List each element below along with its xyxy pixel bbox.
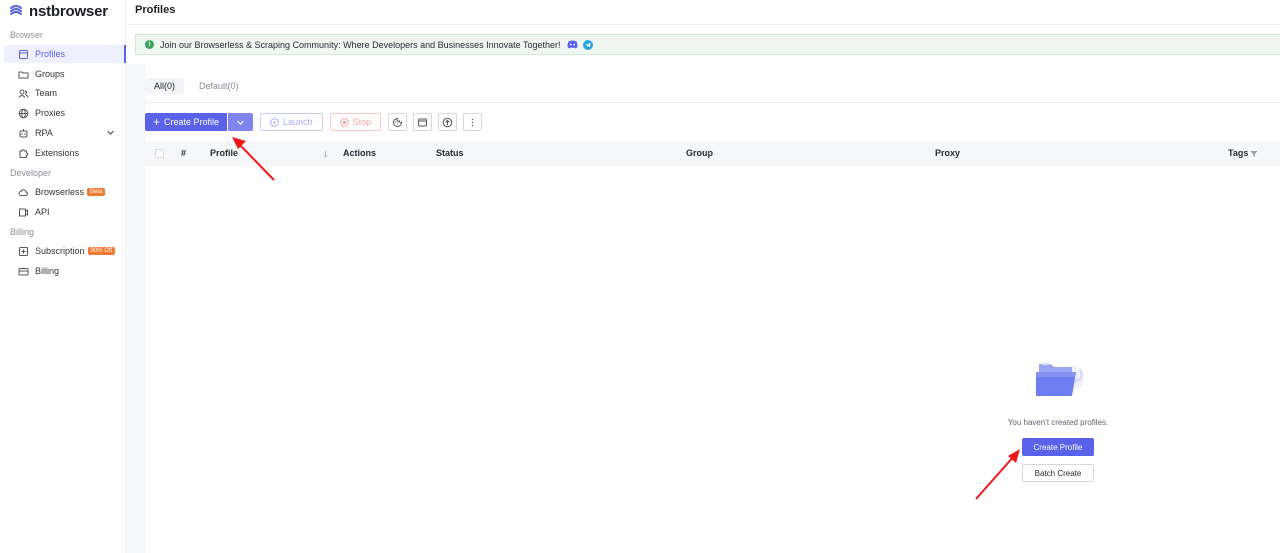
profiles-icon — [18, 49, 29, 60]
sidebar-item-label: RPA — [35, 128, 53, 138]
discord-icon[interactable] — [567, 40, 578, 49]
create-profile-button[interactable]: + Create Profile — [145, 113, 228, 131]
upload-button[interactable] — [438, 113, 458, 131]
plus-icon: + — [153, 115, 161, 129]
tab-all[interactable]: All(0) — [145, 78, 185, 94]
more-vertical-icon — [471, 118, 474, 126]
sort-icon[interactable] — [322, 150, 329, 158]
header-divider — [127, 24, 1280, 25]
stop-button[interactable]: Stop — [329, 113, 382, 131]
telegram-icon[interactable] — [582, 39, 593, 50]
sidebar-item-billing[interactable]: Billing — [4, 262, 125, 280]
page-title: Profiles — [135, 4, 176, 16]
section-label-developer: Developer — [10, 168, 52, 178]
cookie-button[interactable] — [388, 113, 408, 131]
column-header-index: # — [181, 148, 187, 158]
globe-icon — [18, 108, 29, 119]
sidebar-item-label: API — [35, 207, 50, 217]
create-profile-dropdown-button[interactable] — [228, 113, 254, 131]
brand-name: nstbrowser — [29, 2, 108, 20]
sidebar-item-label: Profiles — [35, 49, 66, 59]
sidebar-item-label: Proxies — [35, 108, 66, 118]
banner-text: Join our Browserless & Scraping Communit… — [160, 39, 561, 50]
sidebar-item-browserless[interactable]: Browserless Beta — [4, 183, 125, 201]
sidebar-item-api[interactable]: API — [4, 203, 125, 221]
launch-label: Launch — [283, 117, 313, 127]
section-label-billing: Billing — [10, 227, 35, 237]
info-icon: i — [145, 40, 154, 49]
sidebar-item-label: Browserless — [35, 187, 85, 197]
sidebar-item-label: Billing — [35, 266, 60, 276]
more-button[interactable] — [463, 113, 483, 131]
tab-default[interactable]: Default(0) — [190, 78, 248, 94]
sidebar-item-label: Team — [35, 88, 58, 98]
play-icon — [270, 117, 279, 127]
sidebar-item-proxies[interactable]: Proxies — [4, 104, 125, 122]
window-icon — [418, 118, 428, 126]
sidebar-item-profiles[interactable]: Profiles — [4, 45, 126, 63]
column-header-group: Group — [686, 148, 713, 158]
stop-icon — [339, 117, 349, 127]
sidebar: nstbrowser Browser Profiles Groups Team — [0, 0, 126, 553]
team-icon — [18, 88, 29, 99]
sidebar-item-label: Groups — [35, 69, 65, 79]
sidebar-item-extensions[interactable]: Extensions — [4, 144, 125, 162]
sidebar-item-groups[interactable]: Groups — [4, 65, 125, 83]
card-icon — [18, 266, 29, 277]
community-banner: i Join our Browserless & Scraping Commun… — [135, 34, 1280, 55]
select-all-checkbox[interactable] — [155, 149, 164, 158]
folder-icon — [18, 69, 29, 80]
column-header-actions: Actions — [343, 148, 377, 158]
sidebar-item-label: Extensions — [35, 148, 80, 158]
tabs-divider — [145, 102, 1280, 103]
sidebar-item-rpa[interactable]: RPA — [4, 124, 125, 142]
table-header: # Profile Actions Status Group Proxy Tag… — [145, 141, 1280, 166]
puzzle-icon — [18, 148, 29, 159]
subscription-icon — [18, 246, 29, 257]
create-profile-label: Create Profile — [164, 117, 220, 127]
sidebar-item-label: Subscription — [35, 246, 85, 256]
brand-logo[interactable]: nstbrowser — [8, 2, 108, 20]
empty-state-message: You haven't created profiles. — [1007, 418, 1109, 427]
discount-badge: 90% Off — [87, 247, 116, 255]
profiles-panel — [145, 64, 1280, 553]
cloud-icon — [18, 187, 29, 198]
chevron-down-icon[interactable] — [106, 128, 115, 137]
window-button[interactable] — [413, 113, 433, 131]
batch-create-button[interactable]: Batch Create — [1022, 464, 1094, 482]
column-header-tags: Tags — [1228, 148, 1249, 158]
column-header-proxy: Proxy — [935, 148, 961, 158]
launch-button[interactable]: Launch — [260, 113, 323, 131]
sidebar-item-team[interactable]: Team — [4, 84, 125, 102]
robot-icon — [18, 128, 29, 139]
nstbrowser-logo-icon — [10, 5, 22, 15]
app-window: nstbrowser Browser Profiles Groups Team — [0, 0, 1280, 553]
cookie-icon — [393, 117, 403, 127]
toolbar: + Create Profile Launch Stop — [145, 113, 483, 131]
upload-icon — [442, 117, 453, 127]
column-header-status: Status — [436, 148, 464, 158]
beta-badge: Beta — [87, 188, 106, 196]
filter-icon[interactable] — [1250, 150, 1258, 158]
empty-folder-icon — [1036, 363, 1084, 396]
empty-state — [990, 358, 1126, 407]
empty-create-profile-button[interactable]: Create Profile — [1022, 438, 1094, 456]
column-header-profile[interactable]: Profile — [210, 148, 238, 158]
section-label-browser: Browser — [10, 30, 44, 40]
chevron-down-icon — [237, 120, 244, 125]
sidebar-item-subscription[interactable]: Subscription 90% Off — [4, 242, 125, 260]
profile-tabs: All(0) Default(0) — [145, 78, 248, 94]
api-icon — [18, 207, 29, 218]
stop-label: Stop — [352, 117, 372, 127]
